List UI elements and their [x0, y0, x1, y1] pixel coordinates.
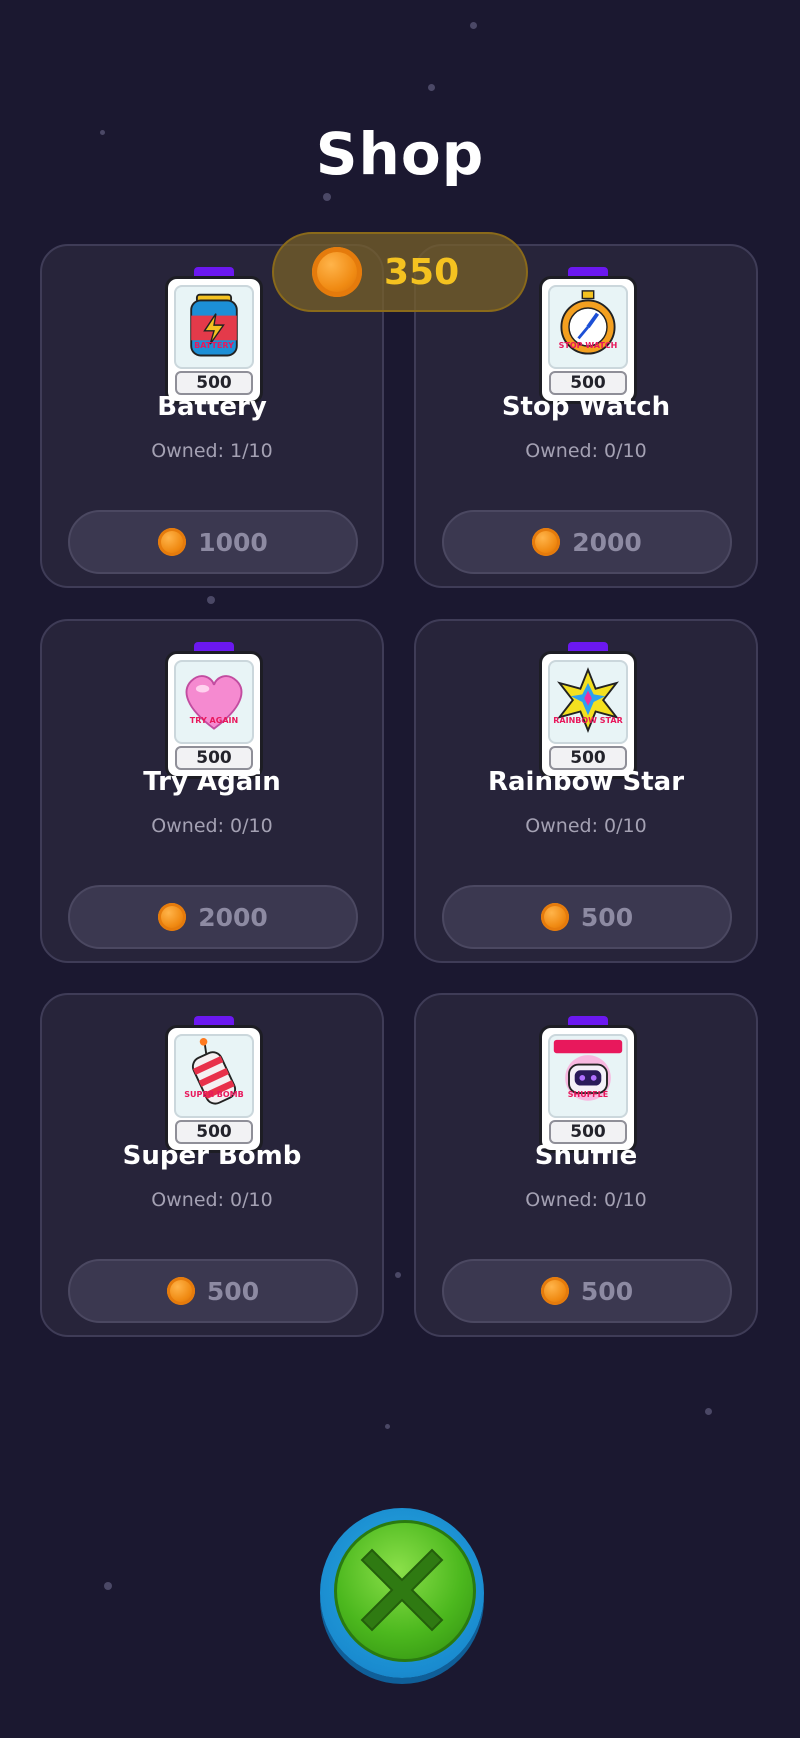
item-card-frame: RAINBOW STAR 500	[539, 642, 637, 779]
coin-icon	[540, 1277, 569, 1305]
item-card-frame: BATTERY 500	[165, 267, 263, 404]
item-card-tab	[568, 267, 608, 276]
shop-title: Shop	[315, 120, 485, 188]
item-art-label: RAINBOW STAR	[553, 716, 623, 725]
item-card-frame: STOP WATCH 500	[539, 267, 637, 404]
background-star	[705, 1408, 712, 1415]
price-label: 500	[580, 902, 634, 932]
background-star	[395, 1272, 401, 1278]
item-card-tab	[194, 1016, 234, 1025]
price-label: 1000	[198, 527, 268, 557]
battery-icon	[174, 285, 254, 369]
owned-count: Owned: 0/10	[525, 440, 647, 462]
coin-icon	[532, 528, 561, 556]
price-label: 2000	[572, 527, 642, 557]
coin-icon	[540, 903, 569, 931]
close-icon	[360, 1548, 444, 1632]
item-name: Shuffle	[534, 1141, 638, 1171]
item-art-label: SUPER BOMB	[184, 1090, 244, 1099]
buy-button[interactable]: 500	[68, 1259, 358, 1323]
heart-icon	[174, 660, 254, 744]
buy-button[interactable]: 1000	[68, 510, 358, 574]
item-card-tab	[194, 267, 234, 276]
shop-item-card: SHUFFLE 500 Shuffle Owned: 0/10 500	[414, 993, 758, 1337]
item-name: Try Again	[143, 767, 281, 797]
item-art-label: STOP WATCH	[558, 341, 618, 350]
background-star	[385, 1424, 390, 1429]
item-art-label: TRY AGAIN	[189, 716, 239, 725]
coin-icon	[158, 903, 187, 931]
background-star	[428, 84, 435, 91]
item-card-frame: SHUFFLE 500	[539, 1016, 637, 1153]
firecracker-icon	[174, 1034, 254, 1118]
buy-button[interactable]: 2000	[442, 510, 732, 574]
background-star	[323, 193, 331, 201]
shop-item-card: TRY AGAIN 500 Try Again Owned: 0/10 2000	[40, 619, 384, 963]
background-star	[207, 596, 215, 604]
item-card-tab	[568, 642, 608, 651]
shop-item-card: SUPER BOMB 500 Super Bomb Owned: 0/10 50…	[40, 993, 384, 1337]
coin-balance: 350	[272, 232, 528, 312]
coin-icon	[166, 1277, 195, 1305]
item-art-label: BATTERY	[194, 341, 234, 350]
stopwatch-icon	[548, 285, 628, 369]
coin-icon	[158, 528, 187, 556]
item-card-frame: TRY AGAIN 500	[165, 642, 263, 779]
owned-count: Owned: 0/10	[525, 1189, 647, 1211]
shuffle-robot-icon	[548, 1034, 628, 1118]
item-name: Super Bomb	[122, 1141, 302, 1171]
owned-count: Owned: 0/10	[525, 815, 647, 837]
item-art-label: SHUFFLE	[567, 1090, 609, 1099]
buy-button[interactable]: 2000	[68, 885, 358, 949]
close-button[interactable]	[320, 1508, 484, 1678]
buy-button[interactable]: 500	[442, 885, 732, 949]
buy-button[interactable]: 500	[442, 1259, 732, 1323]
item-card-tab	[194, 642, 234, 651]
shop-item-card: RAINBOW STAR 500 Rainbow Star Owned: 0/1…	[414, 619, 758, 963]
background-star	[470, 22, 477, 29]
owned-count: Owned: 1/10	[151, 440, 273, 462]
price-label: 500	[580, 1276, 634, 1306]
coin-balance-amount: 350	[384, 251, 460, 293]
background-star	[104, 1582, 112, 1590]
price-label: 500	[206, 1276, 260, 1306]
item-card-frame: SUPER BOMB 500	[165, 1016, 263, 1153]
coin-icon	[312, 247, 362, 297]
item-name: Rainbow Star	[487, 767, 685, 797]
owned-count: Owned: 0/10	[151, 1189, 273, 1211]
rainbow-star-icon	[548, 660, 628, 744]
item-card-tab	[568, 1016, 608, 1025]
item-name: Battery	[157, 392, 267, 422]
item-name: Stop Watch	[501, 392, 671, 422]
owned-count: Owned: 0/10	[151, 815, 273, 837]
price-label: 2000	[198, 902, 268, 932]
